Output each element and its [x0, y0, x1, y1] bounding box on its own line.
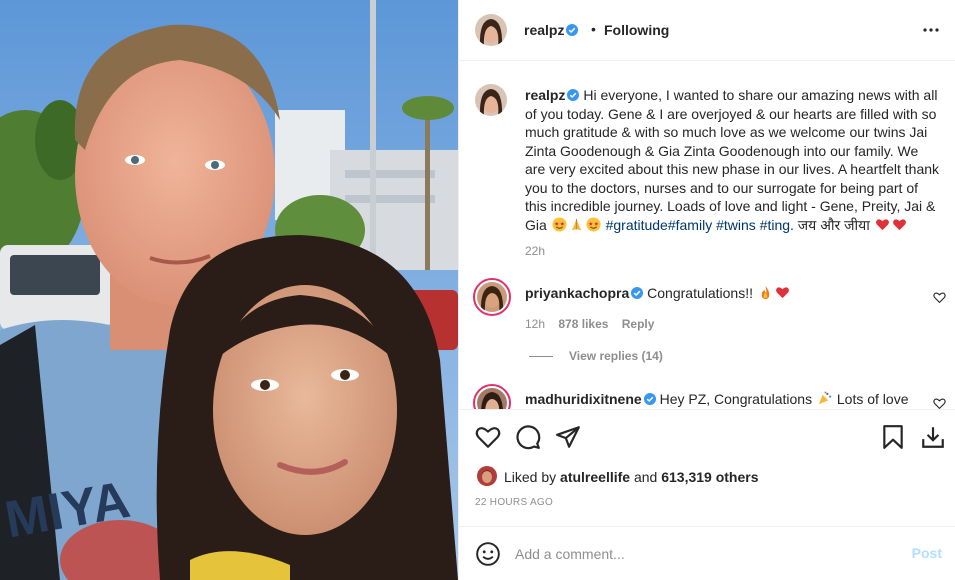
emoji-smile-icon[interactable]	[475, 541, 501, 567]
following-button[interactable]: Following	[596, 22, 669, 38]
comment-username[interactable]: madhuridixitnene	[525, 391, 642, 407]
view-replies-button[interactable]: View replies (14)	[529, 349, 663, 363]
replies-divider-line	[529, 356, 553, 358]
red-heart-emoji-icon	[775, 287, 789, 299]
likes-summary: Liked by atulreellife and 613,319 others	[504, 469, 759, 485]
author-username-row[interactable]: realpz	[524, 22, 579, 38]
liker-avatar[interactable]	[477, 466, 497, 486]
comment-item: madhuridixitnene Hey PZ, Congratulations…	[525, 391, 909, 407]
commenter-avatar[interactable]	[473, 278, 511, 316]
post-actions: Liked by atulreellife and 613,319 others…	[459, 409, 955, 527]
author-username[interactable]: realpz	[524, 22, 564, 38]
download-icon[interactable]	[920, 424, 946, 450]
like-heart-icon[interactable]	[475, 424, 501, 450]
post-photo[interactable]: MIYA	[0, 0, 458, 580]
liker-username[interactable]: atulreellife	[560, 469, 630, 485]
verified-badge-icon	[567, 89, 580, 101]
likes-prefix: Liked by	[504, 469, 557, 485]
star-eyes-emoji-icon	[552, 216, 567, 232]
comment-text-tail: Lots of love	[836, 391, 909, 407]
comment-likes[interactable]: 878 likes	[558, 317, 608, 331]
more-options-icon[interactable]	[922, 21, 940, 39]
star-eyes-emoji-icon	[586, 216, 601, 232]
caption-text: Hi everyone, I wanted to share our amazi…	[525, 87, 940, 233]
post-caption: realpz Hi everyone, I wanted to share ou…	[525, 86, 941, 234]
caption-hindi-text: जय और जीया	[797, 216, 870, 233]
comment-text: Congratulations!!	[647, 285, 753, 301]
comment-like-heart-icon[interactable]	[933, 397, 946, 409]
party-popper-emoji-icon	[818, 391, 832, 405]
reply-button[interactable]: Reply	[622, 317, 655, 331]
comment-like-heart-icon[interactable]	[933, 291, 946, 304]
post-timestamp[interactable]: 22 HOURS AGO	[475, 497, 553, 508]
likes-others[interactable]: 613,319 others	[661, 469, 758, 485]
comment-text: Hey PZ, Congratulations	[659, 391, 813, 407]
caption-hashtags[interactable]: #gratitude#family #twins #ting.	[606, 217, 794, 233]
caption-timestamp[interactable]: 22h	[525, 244, 545, 258]
verified-badge-icon	[566, 24, 579, 36]
save-bookmark-icon[interactable]	[880, 424, 906, 450]
comment-meta: 12h 878 likes Reply	[525, 317, 654, 331]
verified-badge-icon	[631, 287, 644, 299]
verified-badge-icon	[643, 393, 656, 405]
author-avatar[interactable]	[475, 14, 507, 46]
commenter-avatar[interactable]	[473, 384, 511, 409]
caption-author-avatar[interactable]	[475, 84, 507, 116]
post-details-panel: realpz • Following realpz Hi everyone, I…	[458, 0, 955, 580]
comments-list[interactable]: realpz Hi everyone, I wanted to share ou…	[459, 62, 955, 409]
comment-item: priyankachopra Congratulations!!	[525, 285, 791, 301]
post-header: realpz • Following	[459, 0, 955, 61]
red-heart-emoji-icon	[875, 218, 889, 230]
likes-joiner: and	[633, 469, 658, 485]
comment-username[interactable]: priyankachopra	[525, 285, 629, 301]
red-heart-emoji-icon	[892, 218, 906, 230]
post-comment-button[interactable]: Post	[912, 545, 942, 561]
share-paper-plane-icon[interactable]	[555, 424, 581, 450]
view-replies-label[interactable]: View replies (14)	[569, 349, 663, 363]
fire-emoji-icon	[761, 285, 770, 300]
following-label[interactable]: Following	[596, 22, 669, 38]
folded-hands-emoji-icon	[571, 218, 581, 230]
comment-timestamp[interactable]: 12h	[525, 317, 545, 331]
add-comment-input[interactable]	[515, 543, 895, 565]
selfie-photo: MIYA	[0, 0, 458, 580]
comment-bubble-icon[interactable]	[515, 424, 541, 450]
add-comment-bar: Post	[459, 526, 955, 580]
caption-username[interactable]: realpz	[525, 87, 565, 103]
